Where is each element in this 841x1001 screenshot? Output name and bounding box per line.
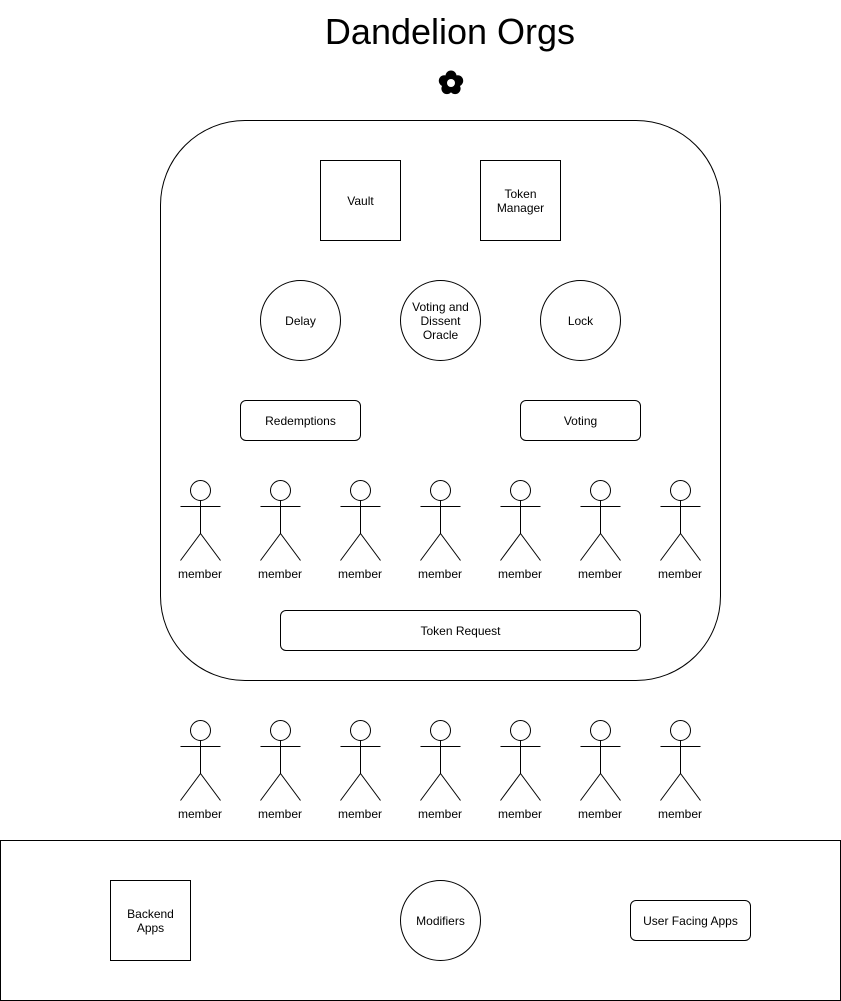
member-actor[interactable]: member	[250, 480, 310, 590]
member-label: member	[177, 807, 222, 821]
member-label: member	[417, 807, 462, 821]
stick-figure-icon	[420, 720, 461, 801]
voting-dissent-oracle-app[interactable]: Voting and Dissent Oracle	[400, 280, 481, 361]
member-label: member	[257, 567, 302, 581]
stick-figure-icon	[260, 480, 301, 561]
member-actor[interactable]: member	[170, 480, 230, 590]
stick-figure-icon	[580, 720, 621, 801]
stick-figure-icon	[660, 480, 701, 561]
member-label: member	[337, 567, 382, 581]
token-request-app[interactable]: Token Request	[280, 610, 641, 651]
flower-icon	[436, 68, 466, 98]
member-label: member	[497, 567, 542, 581]
member-actor[interactable]: member	[410, 480, 470, 590]
member-label: member	[257, 807, 302, 821]
member-actor[interactable]: member	[330, 720, 390, 830]
token-manager-app[interactable]: Token Manager	[480, 160, 561, 241]
backend-apps[interactable]: Backend Apps	[110, 880, 191, 961]
member-actor[interactable]: member	[570, 480, 630, 590]
member-actor[interactable]: member	[650, 480, 710, 590]
member-actor[interactable]: member	[650, 720, 710, 830]
member-actor[interactable]: member	[490, 480, 550, 590]
voting-app[interactable]: Voting	[520, 400, 641, 441]
member-actor[interactable]: member	[570, 720, 630, 830]
member-label: member	[657, 807, 702, 821]
stick-figure-icon	[580, 480, 621, 561]
member-actor[interactable]: member	[410, 720, 470, 830]
stick-figure-icon	[180, 720, 221, 801]
stick-figure-icon	[500, 720, 541, 801]
diagram-title: Dandelion Orgs	[324, 11, 576, 52]
member-actor[interactable]: member	[330, 480, 390, 590]
user-facing-apps[interactable]: User Facing Apps	[630, 900, 751, 941]
stick-figure-icon	[260, 720, 301, 801]
member-actor[interactable]: member	[250, 720, 310, 830]
delay-app[interactable]: Delay	[260, 280, 341, 361]
member-label: member	[577, 567, 622, 581]
stick-figure-icon	[340, 480, 381, 561]
modifiers[interactable]: Modifiers	[400, 880, 481, 961]
stick-figure-icon	[340, 720, 381, 801]
member-label: member	[657, 567, 702, 581]
member-label: member	[177, 567, 222, 581]
redemptions-app[interactable]: Redemptions	[240, 400, 361, 441]
member-actor[interactable]: member	[170, 720, 230, 830]
lock-app[interactable]: Lock	[540, 280, 621, 361]
stick-figure-icon	[420, 480, 461, 561]
stick-figure-icon	[500, 480, 541, 561]
stick-figure-icon	[180, 480, 221, 561]
member-label: member	[497, 807, 542, 821]
member-label: member	[337, 807, 382, 821]
member-label: member	[417, 567, 462, 581]
member-actor[interactable]: member	[490, 720, 550, 830]
member-label: member	[577, 807, 622, 821]
stick-figure-icon	[660, 720, 701, 801]
vault-app[interactable]: Vault	[320, 160, 401, 241]
